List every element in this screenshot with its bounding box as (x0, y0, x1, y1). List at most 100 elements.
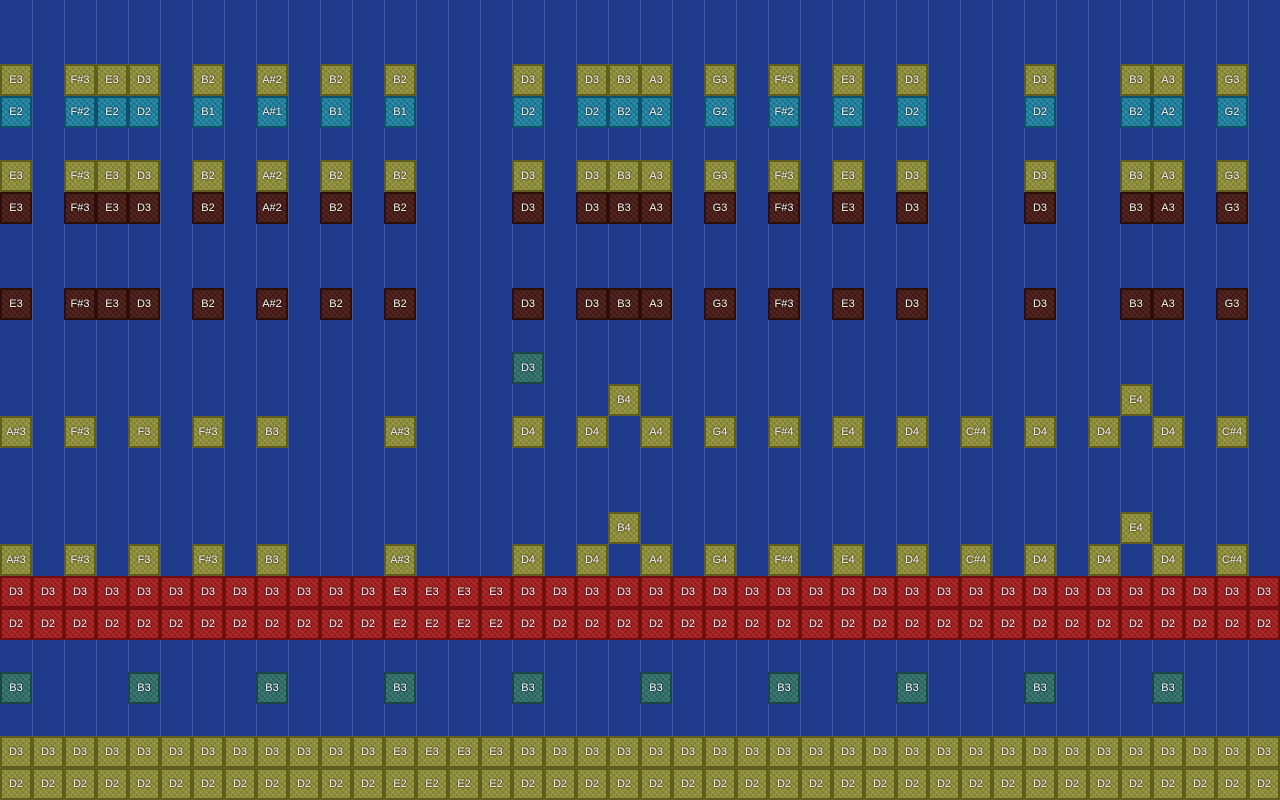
note-block[interactable]: F#3 (64, 64, 96, 96)
note-block[interactable]: D2 (1152, 768, 1184, 800)
note-block[interactable]: D3 (288, 736, 320, 768)
note-block[interactable]: D2 (128, 608, 160, 640)
note-block[interactable]: D3 (128, 192, 160, 224)
note-block[interactable]: D2 (64, 768, 96, 800)
note-block[interactable]: C#4 (960, 416, 992, 448)
note-block[interactable]: D3 (576, 736, 608, 768)
note-block[interactable]: B2 (320, 160, 352, 192)
note-block[interactable]: D3 (320, 576, 352, 608)
note-block[interactable]: D3 (1152, 736, 1184, 768)
note-block[interactable]: D3 (96, 576, 128, 608)
note-block[interactable]: D3 (512, 192, 544, 224)
note-block[interactable]: E3 (480, 576, 512, 608)
note-block[interactable]: D3 (928, 736, 960, 768)
note-block[interactable]: D3 (1216, 576, 1248, 608)
note-block[interactable]: D2 (512, 768, 544, 800)
note-block[interactable]: D2 (1088, 768, 1120, 800)
note-block[interactable]: D2 (224, 768, 256, 800)
note-block[interactable]: E3 (832, 288, 864, 320)
note-block[interactable]: D2 (352, 608, 384, 640)
note-block[interactable]: F3 (128, 416, 160, 448)
note-block[interactable]: D2 (672, 768, 704, 800)
note-block[interactable]: D3 (1056, 736, 1088, 768)
note-block[interactable]: F#2 (64, 96, 96, 128)
note-block[interactable]: D2 (1056, 608, 1088, 640)
note-block[interactable]: D3 (736, 736, 768, 768)
note-block[interactable]: B2 (192, 288, 224, 320)
note-block[interactable]: F#2 (768, 96, 800, 128)
note-block[interactable]: E2 (96, 96, 128, 128)
note-block[interactable]: D4 (1088, 416, 1120, 448)
note-block[interactable]: B3 (256, 544, 288, 576)
note-block[interactable]: A#2 (256, 192, 288, 224)
note-block[interactable]: D3 (672, 576, 704, 608)
note-block[interactable]: D3 (1184, 576, 1216, 608)
note-block[interactable]: D2 (128, 96, 160, 128)
note-block[interactable]: B3 (608, 288, 640, 320)
note-block[interactable]: B2 (1120, 96, 1152, 128)
note-block[interactable]: D3 (1120, 736, 1152, 768)
note-block[interactable]: B3 (1120, 288, 1152, 320)
note-block[interactable]: B2 (384, 192, 416, 224)
note-block[interactable]: D2 (1184, 608, 1216, 640)
note-block[interactable]: D3 (96, 736, 128, 768)
note-block[interactable]: F#3 (768, 160, 800, 192)
note-block[interactable]: D2 (1248, 768, 1280, 800)
note-block[interactable]: D4 (1152, 544, 1184, 576)
note-block[interactable]: B2 (384, 160, 416, 192)
note-block[interactable]: E2 (416, 768, 448, 800)
note-block[interactable]: D2 (32, 768, 64, 800)
note-block[interactable]: C#4 (1216, 544, 1248, 576)
note-block[interactable]: D3 (512, 736, 544, 768)
note-block[interactable]: E2 (384, 768, 416, 800)
note-block[interactable]: D4 (576, 544, 608, 576)
note-block[interactable]: D2 (768, 768, 800, 800)
note-block[interactable]: D3 (1024, 64, 1056, 96)
note-block[interactable]: G2 (1216, 96, 1248, 128)
note-block[interactable]: D2 (192, 608, 224, 640)
note-block[interactable]: E3 (0, 288, 32, 320)
note-block[interactable]: D4 (1024, 544, 1056, 576)
note-block[interactable]: D3 (128, 64, 160, 96)
note-block[interactable]: D2 (544, 608, 576, 640)
note-block[interactable]: D4 (896, 416, 928, 448)
note-block[interactable]: D2 (256, 768, 288, 800)
note-block[interactable]: C#4 (960, 544, 992, 576)
note-block[interactable]: B3 (608, 160, 640, 192)
note-block[interactable]: D2 (832, 768, 864, 800)
note-block[interactable]: A#3 (384, 416, 416, 448)
note-block[interactable]: D3 (928, 576, 960, 608)
note-block[interactable]: D2 (512, 96, 544, 128)
note-block[interactable]: D2 (576, 768, 608, 800)
note-block[interactable]: E2 (416, 608, 448, 640)
note-block[interactable]: B2 (320, 192, 352, 224)
note-block[interactable]: D3 (640, 736, 672, 768)
note-block[interactable]: D3 (896, 160, 928, 192)
note-block[interactable]: D2 (64, 608, 96, 640)
note-block[interactable]: D3 (544, 736, 576, 768)
note-block[interactable]: G4 (704, 416, 736, 448)
note-block[interactable]: D2 (192, 768, 224, 800)
note-block[interactable]: B2 (384, 288, 416, 320)
note-block[interactable]: D4 (1088, 544, 1120, 576)
note-block[interactable]: B4 (608, 384, 640, 416)
note-block[interactable]: F#3 (192, 416, 224, 448)
note-block[interactable]: D3 (800, 736, 832, 768)
note-block[interactable]: D2 (1024, 608, 1056, 640)
note-block[interactable]: D2 (0, 768, 32, 800)
note-block[interactable]: D3 (256, 736, 288, 768)
note-block[interactable]: D3 (512, 576, 544, 608)
note-block[interactable]: E3 (832, 160, 864, 192)
note-block[interactable]: E3 (832, 64, 864, 96)
note-block[interactable]: D2 (160, 608, 192, 640)
note-block[interactable]: D3 (1024, 736, 1056, 768)
note-block[interactable]: D2 (768, 608, 800, 640)
note-block[interactable]: E3 (0, 192, 32, 224)
note-block[interactable]: D3 (672, 736, 704, 768)
note-block[interactable]: D3 (576, 288, 608, 320)
note-block[interactable]: D3 (1024, 160, 1056, 192)
note-block[interactable]: D2 (1152, 608, 1184, 640)
note-block[interactable]: D3 (1184, 736, 1216, 768)
note-block[interactable]: D3 (832, 576, 864, 608)
note-block[interactable]: D2 (544, 768, 576, 800)
